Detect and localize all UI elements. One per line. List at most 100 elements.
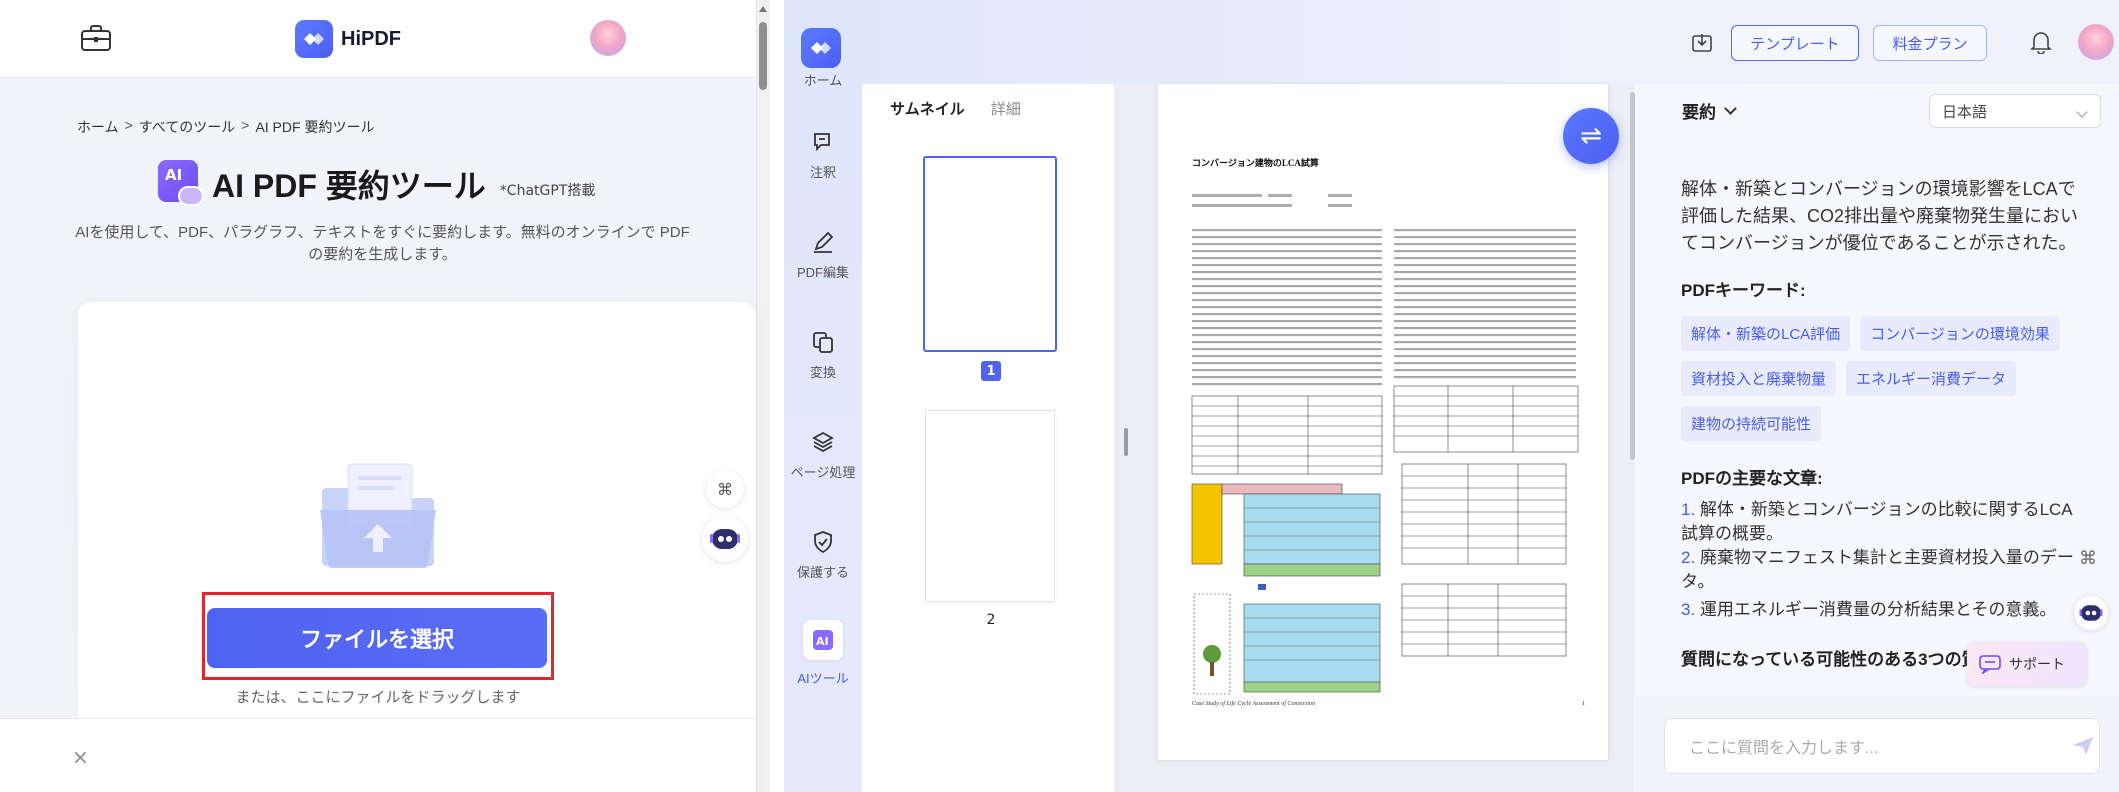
page-number-2: 2 xyxy=(986,612,996,628)
support-label: サポート xyxy=(2009,656,2065,672)
keyword-chip[interactable]: エネルギー消費データ xyxy=(1846,361,2017,396)
sentences-title: PDFの主要な文章: xyxy=(1681,469,1823,488)
ai-assistant-icon[interactable] xyxy=(702,516,748,562)
apps-grid-icon[interactable]: ⌘ xyxy=(706,470,744,508)
panel-resize-handle[interactable] xyxy=(1124,428,1128,456)
avatar[interactable] xyxy=(590,20,626,56)
hipdf-logo[interactable]: HiPDF xyxy=(295,20,401,58)
list-item: 2. 廃棄物マニフェスト集計と主要資材投入量のデータ。 xyxy=(1681,546,2081,594)
page-number-1: 1 xyxy=(981,361,1001,381)
edit-icon xyxy=(814,231,834,253)
breadcrumb-home[interactable]: ホーム xyxy=(77,117,119,137)
support-button[interactable]: サポート xyxy=(1967,642,2087,686)
tab-details[interactable]: 詳細 xyxy=(991,98,1021,119)
annotate-icon xyxy=(814,133,830,152)
breadcrumb-all-tools[interactable]: すべてのツール xyxy=(139,117,235,137)
pages-icon xyxy=(812,431,834,453)
page-thumbnail-2[interactable] xyxy=(925,410,1055,602)
page-scrollbar[interactable] xyxy=(756,0,770,792)
folder-upload-icon xyxy=(320,463,436,568)
list-item: 3. 運用エネルギー消費量の分析結果とその意義。 xyxy=(1681,598,2081,622)
list-number: 2. xyxy=(1681,548,1696,567)
doc-content-graphic xyxy=(1191,194,1579,695)
list-text: 廃棄物マニフェスト集計と主要資材投入量のデータ。 xyxy=(1681,548,2074,591)
summary-mode-dropdown[interactable]: 要約 xyxy=(1682,98,1737,123)
svg-text:AI: AI xyxy=(816,635,829,648)
logo-text: HiPDF xyxy=(341,27,401,50)
bell-icon[interactable] xyxy=(2030,30,2052,54)
rail-item-protect[interactable]: 保護する xyxy=(784,530,862,581)
page-title-suffix: *ChatGPT搭載 xyxy=(499,183,596,199)
download-icon[interactable] xyxy=(1690,31,1714,55)
pdf-app: ホーム 注釈 PDF編集 変換 ページ処理 保護する AI AIツール テンプレ… xyxy=(784,0,2119,792)
page-description: AIを使用して、PDF、パラグラフ、テキストをすぐに要約します。無料のオンライン… xyxy=(75,224,690,263)
hipdf-webpage: HiPDF ホーム > すべてのツール > AI PDF 要約ツール AI AI… xyxy=(0,0,770,792)
drag-hint: または、ここにファイルをドラッグします xyxy=(235,689,521,706)
summary-text: 解体・新築とコンバージョンの環境影響をLCAで評価した結果、CO2排出量や廃棄物… xyxy=(1681,179,2079,253)
ai-assistant-icon[interactable] xyxy=(2074,596,2108,630)
rail-label-pdf-edit: PDF編集 xyxy=(796,265,849,280)
user-avatar[interactable] xyxy=(2078,24,2114,60)
hipdf-logo-icon xyxy=(295,20,333,58)
keyword-chip[interactable]: 建物の持続可能性 xyxy=(1681,406,1822,441)
rail-label-page-process: ページ処理 xyxy=(790,465,856,480)
rail-item-page-process[interactable]: ページ処理 xyxy=(784,430,862,481)
scroll-up-arrow-icon[interactable] xyxy=(759,6,767,12)
language-select[interactable]: 日本語 xyxy=(1929,94,2101,128)
page-title: AI PDF 要約ツール xyxy=(212,168,486,204)
rail-item-ai-tools[interactable]: AI AIツール xyxy=(784,620,862,687)
doc-page-number: 1 xyxy=(1582,701,1585,707)
rail-item-annotate[interactable]: 注釈 xyxy=(784,130,862,181)
page-thumbnail-1[interactable] xyxy=(923,156,1057,352)
page-scrollbar-thumb[interactable] xyxy=(759,22,767,90)
breadcrumb-separator: > xyxy=(124,117,133,133)
chat-icon xyxy=(1979,655,2001,674)
keyword-chip[interactable]: コンバージョンの環境効果 xyxy=(1860,316,2060,351)
screen: HiPDF ホーム > すべてのツール > AI PDF 要約ツール AI AI… xyxy=(0,0,2119,792)
thumbnail-tabs: サムネイル 詳細 xyxy=(890,98,1021,119)
ai-badge-text: AI xyxy=(165,166,183,184)
ai-tool-icon: AI xyxy=(803,620,843,660)
keyword-chips: 解体・新築のLCA評価 コンバージョンの環境効果 資材投入と廃棄物量 エネルギー… xyxy=(1681,316,2101,441)
rail-item-home[interactable]: ホーム xyxy=(784,70,862,89)
rail-label-home: ホーム xyxy=(803,73,843,88)
briefcase-icon[interactable] xyxy=(80,24,112,52)
list-number: 3. xyxy=(1681,600,1696,619)
rail-label-convert: 変換 xyxy=(809,365,836,380)
rail-label-ai-tools: AIツール xyxy=(797,671,849,686)
doc-footer: Case Study of Life Cycle Assessment of C… xyxy=(1192,701,1316,707)
chevron-down-icon xyxy=(1724,101,1737,115)
tab-thumbnails[interactable]: サムネイル xyxy=(890,98,965,119)
swap-icon[interactable]: ⇌ xyxy=(1563,108,1619,164)
viewer-scrollbar[interactable] xyxy=(1630,92,1635,460)
chat-bubble-icon xyxy=(178,186,204,206)
breadcrumb: ホーム > すべてのツール > AI PDF 要約ツール xyxy=(77,117,374,137)
list-item: 1. 解体・新築とコンバージョンの比較に関するLCA試算の概要。 xyxy=(1681,498,2081,546)
shield-icon xyxy=(814,531,832,554)
template-button[interactable]: テンプレート xyxy=(1731,25,1859,61)
pdf-page[interactable]: コンバージョン建物のLCA試算 Case Study of Life Cycle… xyxy=(1158,84,1608,760)
keywords-title: PDFキーワード: xyxy=(1681,281,1806,300)
breadcrumb-current: AI PDF 要約ツール xyxy=(255,119,375,135)
bottom-banner xyxy=(0,718,756,792)
ai-summary-icon: AI xyxy=(158,160,204,206)
keyword-chip[interactable]: 解体・新築のLCA評価 xyxy=(1681,316,1851,351)
breadcrumb-separator: > xyxy=(241,117,250,133)
apps-grid-icon[interactable]: ⌘ xyxy=(2079,548,2097,569)
pricing-button[interactable]: 料金プラン xyxy=(1873,25,1987,61)
rail-label-annotate: 注釈 xyxy=(809,165,836,180)
convert-icon xyxy=(813,332,833,353)
page-title-row: AI AI PDF 要約ツール *ChatGPT搭載 xyxy=(158,160,596,206)
home-logo-icon[interactable] xyxy=(801,28,841,68)
send-icon[interactable] xyxy=(2072,736,2094,756)
question-input[interactable]: ここに質問を入力します... xyxy=(1664,718,2100,774)
summary-header: 要約 xyxy=(1682,103,1716,122)
rail-item-convert[interactable]: 変換 xyxy=(784,330,862,381)
language-value: 日本語 xyxy=(1942,103,1988,121)
list-number: 1. xyxy=(1681,500,1696,519)
select-file-button[interactable]: ファイルを選択 xyxy=(207,608,547,668)
chevron-down-icon xyxy=(2076,106,2088,118)
rail-item-pdf-edit[interactable]: PDF編集 xyxy=(784,230,862,281)
keyword-chip[interactable]: 資材投入と廃棄物量 xyxy=(1681,361,1837,396)
close-icon[interactable]: × xyxy=(72,745,89,769)
